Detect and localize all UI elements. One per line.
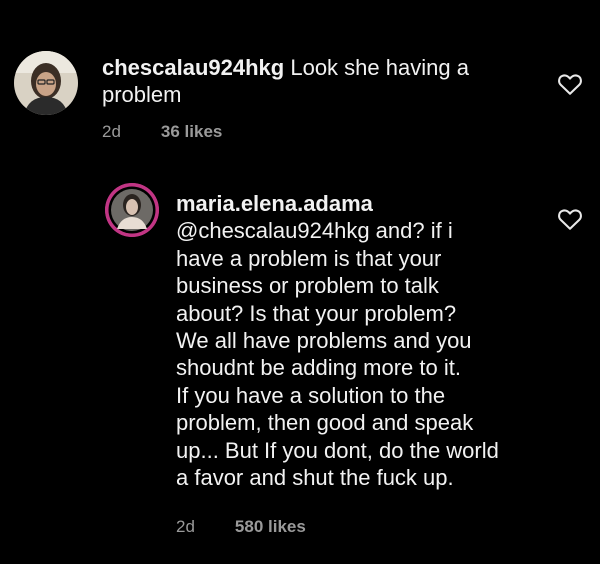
profile-avatar-story-ring-icon (105, 183, 159, 237)
comment-likes[interactable]: 36 likes (161, 122, 222, 142)
comment-time[interactable]: 2d (176, 517, 195, 537)
comment-username[interactable]: maria.elena.adama (176, 191, 373, 216)
like-heart-icon[interactable] (557, 72, 583, 96)
avatar[interactable] (14, 51, 78, 115)
comment-text: chescalau924hkg Look she having a proble… (102, 54, 542, 109)
comment-meta: 2d 36 likes (102, 122, 222, 142)
comment-time[interactable]: 2d (102, 122, 121, 142)
avatar[interactable] (105, 183, 159, 237)
comment-text: maria.elena.adama @chescalau924hkg and? … (176, 190, 571, 491)
profile-avatar-icon (14, 51, 78, 115)
comment-likes[interactable]: 580 likes (235, 517, 306, 537)
like-heart-icon[interactable] (557, 207, 583, 231)
comment-meta: 2d 580 likes (176, 517, 306, 537)
comment-username[interactable]: chescalau924hkg (102, 55, 284, 80)
comment-body: @chescalau924hkg and? if i have a proble… (176, 218, 499, 491)
